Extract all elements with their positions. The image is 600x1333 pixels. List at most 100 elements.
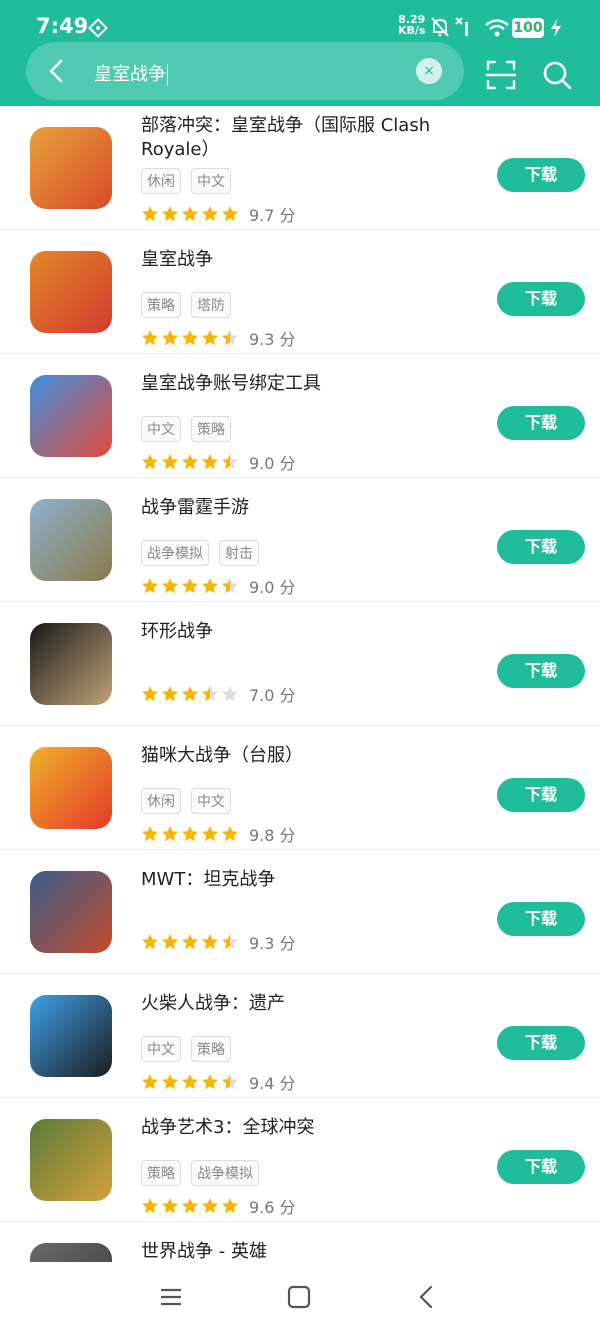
star-icon <box>182 330 198 346</box>
search-icon[interactable] <box>540 58 574 92</box>
download-button[interactable]: 下载 <box>497 778 585 812</box>
star-icon <box>202 206 218 222</box>
mute-bell-icon <box>431 17 449 37</box>
menu-icon[interactable] <box>158 1284 184 1310</box>
star-icon <box>202 454 218 470</box>
app-list-item[interactable]: 皇室战争策略 塔防 9.3 分 下载 <box>0 230 600 354</box>
app-list-item[interactable]: 环形战争 7.0 分 下载 <box>0 602 600 726</box>
download-button[interactable]: 下载 <box>497 406 585 440</box>
status-bar: 7:49 8.29 KB/s 100 <box>0 0 600 44</box>
app-list-item[interactable]: 部落冲突：皇室战争（国际服 Clash Royale） 休闲 中文 9.7 分 下载 <box>0 106 600 230</box>
home-icon[interactable] <box>286 1284 312 1310</box>
score-text: 9.0 分 <box>249 454 296 473</box>
category-tag: 塔防 <box>191 292 231 318</box>
category-tag: 中文 <box>191 788 231 814</box>
category-tag: 休闲 <box>141 168 181 194</box>
score-text: 9.6 分 <box>249 1198 296 1217</box>
star-icon <box>222 1074 238 1090</box>
signal-off-icon <box>455 17 468 36</box>
app-name: 世界战争 - 英雄 <box>141 1241 267 1262</box>
app-icon[interactable] <box>30 1119 112 1201</box>
search-results-list[interactable]: 部落冲突：皇室战争（国际服 Clash Royale） 休闲 中文 9.7 分下载 皇室… <box>0 106 600 1262</box>
back-icon[interactable] <box>414 1284 440 1310</box>
app-list-item[interactable]: 皇室战争账号绑定工具中文 策略 9.0 分 下载 <box>0 354 600 478</box>
app-icon[interactable] <box>30 375 112 457</box>
star-icon <box>142 578 158 594</box>
system-nav-bar <box>0 1262 600 1333</box>
scan-icon[interactable] <box>484 58 518 92</box>
app-name: 部落冲突：皇室战争（国际服 Clash Royale） <box>141 115 431 160</box>
star-icon <box>222 934 238 950</box>
status-time: 7:49 <box>36 14 89 38</box>
star-icon <box>182 1198 198 1214</box>
app-icon[interactable] <box>30 995 112 1077</box>
search-bar <box>26 42 464 100</box>
rating: 9.4 分 <box>141 1070 296 1094</box>
app-list-item[interactable]: 世界战争 - 英雄 <box>0 1222 600 1262</box>
star-icon <box>142 330 158 346</box>
star-icon <box>202 330 218 346</box>
app-icon[interactable] <box>30 499 112 581</box>
rating: 9.3 分 <box>141 930 296 954</box>
rating: 9.8 分 <box>141 822 296 846</box>
star-icon <box>202 1074 218 1090</box>
star-icon <box>142 934 158 950</box>
app-icon[interactable] <box>30 127 112 209</box>
rating: 9.3 分 <box>141 326 296 350</box>
app-name: 战争雷霆手游 <box>141 497 249 518</box>
category-tag: 策略 <box>141 1160 181 1186</box>
net-speed: 8.29 KB/s <box>398 13 426 37</box>
download-button[interactable]: 下载 <box>497 158 585 192</box>
rating: 7.0 分 <box>141 682 296 706</box>
app-name: 火柴人战争：遗产 <box>141 993 285 1014</box>
category-tag: 战争模拟 <box>191 1160 259 1186</box>
star-icon <box>162 206 178 222</box>
app-icon[interactable] <box>30 251 112 333</box>
star-icon <box>162 578 178 594</box>
wifi-icon <box>485 19 509 37</box>
tag-list: 中文 策略 <box>141 1036 231 1062</box>
app-icon[interactable] <box>30 1243 112 1262</box>
app-list-item[interactable]: 火柴人战争：遗产中文 策略 9.4 分 下载 <box>0 974 600 1098</box>
star-icon <box>182 578 198 594</box>
app-list-item[interactable]: MWT：坦克战争 9.3 分 下载 <box>0 850 600 974</box>
star-icon <box>202 686 218 702</box>
star-icon <box>222 826 238 842</box>
score-text: 9.3 分 <box>249 330 296 349</box>
app-list-item[interactable]: 战争艺术3：全球冲突策略 战争模拟 9.6 分 下载 <box>0 1098 600 1222</box>
app-name: 战争艺术3：全球冲突 <box>141 1117 315 1138</box>
star-icon <box>182 206 198 222</box>
download-button[interactable]: 下载 <box>497 1150 585 1184</box>
app-icon[interactable] <box>30 747 112 829</box>
star-icon <box>222 330 238 346</box>
score-text: 9.7 分 <box>249 206 296 225</box>
star-icon <box>162 1198 178 1214</box>
app-name: 皇室战争账号绑定工具 <box>141 373 321 394</box>
app-list-item[interactable]: 猫咪大战争（台服） 休闲 中文 9.8 分 下载 <box>0 726 600 850</box>
tag-list: 策略 塔防 <box>141 292 231 318</box>
app-name: 皇室战争 <box>141 249 213 270</box>
category-tag: 休闲 <box>141 788 181 814</box>
download-button[interactable]: 下载 <box>497 654 585 688</box>
app-icon[interactable] <box>30 623 112 705</box>
clear-search-icon[interactable]: × <box>416 58 442 84</box>
star-icon <box>222 454 238 470</box>
download-button[interactable]: 下载 <box>497 530 585 564</box>
score-text: 9.4 分 <box>249 1074 296 1093</box>
back-arrow-icon[interactable] <box>42 56 72 86</box>
app-list-item[interactable]: 战争雷霆手游 战争模拟 射击 9.0 分 下载 <box>0 478 600 602</box>
star-icon <box>142 1074 158 1090</box>
download-button[interactable]: 下载 <box>497 282 585 316</box>
star-icon <box>202 1198 218 1214</box>
app-icon[interactable] <box>30 871 112 953</box>
search-input[interactable]: 皇室战争 <box>94 60 168 86</box>
star-icon <box>222 206 238 222</box>
app-name: 猫咪大战争（台服） <box>141 745 303 766</box>
score-text: 9.0 分 <box>249 578 296 597</box>
app-store-search-page: 7:49 8.29 KB/s 100 皇室战争 × 部落冲突：皇室战争（国际服 … <box>0 0 600 1333</box>
download-button[interactable]: 下载 <box>497 1026 585 1060</box>
tag-list: 中文 策略 <box>141 416 231 442</box>
download-button[interactable]: 下载 <box>497 902 585 936</box>
star-icon <box>142 206 158 222</box>
star-icon <box>162 686 178 702</box>
